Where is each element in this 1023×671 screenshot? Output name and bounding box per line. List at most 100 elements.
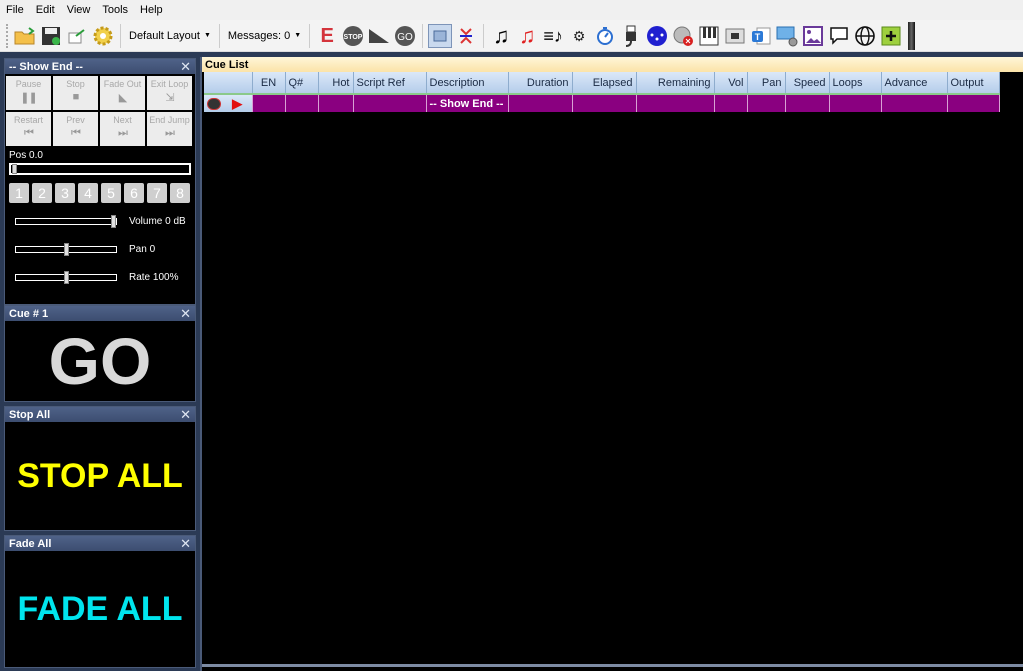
column-header-pan[interactable]: Pan [747,72,786,94]
stop-icon[interactable]: STOP [341,24,365,48]
close-icon[interactable]: ✕ [180,536,191,552]
column-header-elapsed[interactable]: Elapsed [572,72,637,94]
close-icon[interactable]: ✕ [180,59,191,75]
column-header-output[interactable]: Output [947,72,1000,94]
play-icon[interactable]: ▶ [232,96,242,111]
cell-q[interactable] [285,93,319,112]
cell-vol[interactable] [714,93,748,112]
cell-output[interactable] [947,93,1000,112]
fade-all-button[interactable]: FADE ALL [5,551,195,667]
audio-cue-icon[interactable]: ♫ [489,24,513,48]
column-header-q[interactable]: Q# [285,72,319,94]
menu-edit[interactable]: Edit [30,4,61,16]
cell-description[interactable]: -- Show End -- [426,93,509,112]
column-header-duration[interactable]: Duration [508,72,573,94]
comment-icon[interactable] [827,24,851,48]
network-icon[interactable] [723,24,747,48]
go-icon[interactable]: GO [393,24,417,48]
fade-ramp-icon[interactable] [367,24,391,48]
cell-duration[interactable] [508,93,573,112]
playlist-icon[interactable]: ≡♪ [541,24,565,48]
midi-piano-icon[interactable] [697,24,721,48]
add-icon[interactable] [879,24,903,48]
speaker-mute-icon[interactable] [671,24,695,48]
prev-button[interactable]: Prev ⏮ [53,112,98,146]
toolbar: Default Layout ▼ Messages: 0 ▼ E STOP GO ♫… [0,20,1023,52]
table-row[interactable]: ▶ -- Show End -- [204,93,1000,112]
cell-pan[interactable] [747,93,786,112]
volume-slider[interactable] [15,214,117,228]
menu-tools[interactable]: Tools [96,4,134,16]
column-header-description[interactable]: Description [426,72,509,94]
channel-button[interactable]: 6 [124,183,144,203]
channel-button[interactable]: 1 [9,183,29,203]
pan-slider[interactable] [15,242,117,256]
export-icon[interactable] [65,24,89,48]
cell-speed[interactable] [785,93,830,112]
rate-slider[interactable] [15,270,117,284]
position-slider[interactable] [9,163,191,175]
column-header-status[interactable] [204,72,253,94]
cell-elapsed[interactable] [572,93,637,112]
usb-icon[interactable] [619,24,643,48]
next-button[interactable]: Next ⏭ [100,112,145,146]
position-slider-thumb[interactable] [12,164,17,174]
exit-loop-button[interactable]: Exit Loop ⇲ [147,76,192,110]
messages-dropdown[interactable]: Messages: 0 ▼ [224,30,305,42]
open-folder-icon[interactable] [13,24,37,48]
channel-button[interactable]: 5 [101,183,121,203]
rate-slider-thumb[interactable] [63,270,69,284]
gears-icon[interactable]: ⚙ [567,24,591,48]
audio-cue-red-icon[interactable]: ♫ [515,24,539,48]
channel-button[interactable]: 7 [147,183,167,203]
end-jump-button[interactable]: End Jump ⏭ [147,112,192,146]
dmx-icon[interactable] [645,24,669,48]
panel-view-icon[interactable] [428,23,453,48]
image-icon[interactable] [801,24,825,48]
stop-all-button[interactable]: STOP ALL [5,422,195,530]
pause-button[interactable]: Pause ❚❚ [6,76,51,110]
volume-slider-thumb[interactable] [111,214,116,228]
cell-remaining[interactable] [636,93,715,112]
stop-button[interactable]: Stop ■ [53,76,98,110]
fade-out-button[interactable]: Fade Out ◣ [100,76,145,110]
column-header-en[interactable]: EN [252,72,286,94]
cell-advance[interactable] [881,93,948,112]
channel-button[interactable]: 3 [55,183,75,203]
go-button[interactable]: GO [5,321,195,401]
restart-button[interactable]: Restart ⏮ [6,112,51,146]
text-icon[interactable]: T [749,24,773,48]
settings-gear-icon[interactable] [91,24,115,48]
close-icon[interactable]: ✕ [180,407,191,423]
cell-hot[interactable] [318,93,354,112]
column-header-speed[interactable]: Speed [785,72,830,94]
channel-button[interactable]: 8 [170,183,190,203]
menu-file[interactable]: File [0,4,30,16]
fade-all-panel: Fade All ✕ FADE ALL [4,535,196,668]
toolbar-grip[interactable] [6,23,9,48]
channel-button[interactable]: 2 [32,183,52,203]
edit-e-icon[interactable]: E [315,24,339,48]
close-icon[interactable]: ✕ [180,306,191,322]
pan-slider-thumb[interactable] [63,242,69,256]
column-header-vol[interactable]: Vol [714,72,748,94]
globe-icon[interactable] [853,24,877,48]
display-settings-icon[interactable] [775,24,799,48]
menu-view[interactable]: View [61,4,97,16]
collapse-icon[interactable] [454,24,478,48]
column-header-advance[interactable]: Advance [881,72,948,94]
row-status-cell[interactable]: ▶ [204,93,253,112]
column-header-loops[interactable]: Loops [829,72,882,94]
channel-button[interactable]: 4 [78,183,98,203]
cell-en[interactable] [252,93,286,112]
cell-script-ref[interactable] [353,93,427,112]
column-header-hot[interactable]: Hot [318,72,354,94]
cell-loops[interactable] [829,93,882,112]
layout-dropdown[interactable]: Default Layout ▼ [125,30,215,42]
column-header-remaining[interactable]: Remaining [636,72,715,94]
timer-icon[interactable] [593,24,617,48]
save-icon[interactable] [39,24,63,48]
column-header-script-ref[interactable]: Script Ref [353,72,427,94]
toolbar-separator [309,23,311,48]
menu-help[interactable]: Help [134,4,169,16]
